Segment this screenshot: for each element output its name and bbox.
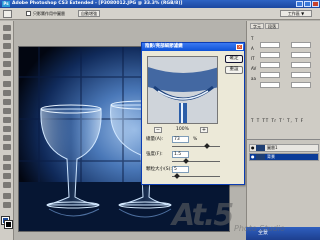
layer-thumbnail bbox=[256, 154, 265, 160]
dodge-tool-icon[interactable] bbox=[3, 144, 11, 150]
affect-layer-checkbox[interactable] bbox=[26, 11, 31, 16]
grain-size-field[interactable]: 5 bbox=[172, 166, 189, 173]
layer-row[interactable]: ● 背景 bbox=[249, 153, 319, 161]
amount-unit: % bbox=[193, 137, 198, 142]
character-row-antialias: aa bbox=[251, 75, 317, 88]
font-size-icon: T bbox=[251, 36, 254, 41]
layer-name: 圖層1 bbox=[267, 145, 278, 150]
zoom-in-button[interactable]: + bbox=[200, 127, 208, 133]
character-row-baseline: AV bbox=[251, 65, 317, 78]
gradient-tool-icon[interactable] bbox=[3, 126, 11, 132]
dialog-title: 陰影/亮部細節濾鏡 bbox=[145, 44, 183, 49]
marquee-tool-icon[interactable] bbox=[3, 34, 11, 40]
minimize-button[interactable] bbox=[296, 1, 303, 7]
amount-label: 總量(A): bbox=[146, 137, 164, 142]
vertical-scale-icon: IT bbox=[251, 56, 255, 61]
grain-size-slider-thumb[interactable] bbox=[173, 173, 180, 179]
zoom-tool-icon[interactable] bbox=[3, 202, 11, 208]
strength-slider-thumb[interactable] bbox=[183, 158, 190, 164]
title-bar: Ps Adobe Photoshop CS3 Extended - [P3080… bbox=[0, 0, 320, 8]
tools-panel bbox=[0, 21, 14, 240]
preview-zoom-level: 100% bbox=[176, 127, 189, 132]
preview-glass-image bbox=[148, 57, 217, 123]
watermark-main: At.5 bbox=[172, 198, 234, 233]
strength-field[interactable]: 1.5 bbox=[172, 151, 189, 158]
tab-character[interactable]: 字元 bbox=[250, 23, 264, 29]
zoom-out-button[interactable]: − bbox=[154, 127, 162, 133]
options-bar: 只影響作用中圖層 自動增強 工作區 ▼ bbox=[0, 8, 320, 20]
watermark-logo: At.5 Photo Studio bbox=[172, 196, 302, 240]
hand-tool-icon[interactable] bbox=[3, 193, 11, 199]
baseline-icon: AV bbox=[251, 66, 257, 71]
layer-thumbnail bbox=[256, 145, 265, 151]
slice-tool-icon[interactable] bbox=[3, 70, 11, 76]
clone-stamp-tool-icon[interactable] bbox=[3, 99, 11, 105]
grain-size-label: 顆粒大小(S): bbox=[146, 167, 172, 172]
eraser-tool-icon[interactable] bbox=[3, 117, 11, 123]
crop-tool-icon[interactable] bbox=[3, 61, 11, 67]
dialog-title-bar[interactable]: 陰影/亮部細節濾鏡 × bbox=[142, 43, 244, 51]
watermark-sub: Photo Studio bbox=[234, 224, 285, 233]
eye-icon[interactable]: ● bbox=[251, 145, 255, 151]
path-selection-tool-icon[interactable] bbox=[3, 173, 11, 179]
window-title: Adobe Photoshop CS3 Extended - [P3080012… bbox=[12, 1, 183, 6]
pen-tool-icon[interactable] bbox=[3, 155, 11, 161]
amount-field[interactable]: 73 bbox=[172, 136, 189, 143]
antialias-icon: aa bbox=[251, 76, 256, 81]
antialias-field[interactable] bbox=[291, 82, 311, 88]
tracking-icon: A bbox=[251, 46, 254, 51]
current-tool-icon[interactable] bbox=[3, 10, 12, 18]
tab-paragraph[interactable]: 段落 bbox=[265, 23, 279, 29]
history-brush-tool-icon[interactable] bbox=[3, 108, 11, 114]
strength-slider-track[interactable] bbox=[172, 161, 220, 162]
auto-enhance-button[interactable]: 自動增強 bbox=[78, 10, 100, 17]
language-field[interactable] bbox=[260, 82, 280, 88]
amount-slider-thumb[interactable] bbox=[204, 143, 210, 149]
amount-slider-track[interactable] bbox=[172, 146, 220, 147]
affect-layer-label: 只影響作用中圖層 bbox=[33, 11, 65, 16]
lasso-tool-icon[interactable] bbox=[3, 43, 11, 49]
shadow-highlight-dialog: 陰影/亮部細節濾鏡 × 確定 重設 − 100% + 總量(A): 73 % 強… bbox=[141, 42, 245, 185]
type-tool-icon[interactable] bbox=[3, 164, 11, 170]
maximize-button[interactable] bbox=[304, 1, 311, 7]
reset-button[interactable]: 重設 bbox=[225, 66, 243, 74]
layer-name: 背景 bbox=[267, 154, 275, 159]
shape-tool-icon[interactable] bbox=[3, 182, 11, 188]
character-row-scale: IT bbox=[251, 55, 317, 68]
blur-tool-icon[interactable] bbox=[3, 135, 11, 141]
eye-icon[interactable]: ● bbox=[251, 154, 255, 160]
layer-row[interactable]: ● 圖層1 bbox=[249, 144, 319, 152]
background-color-swatch[interactable] bbox=[4, 220, 13, 229]
character-row-tracking: A bbox=[251, 45, 317, 58]
close-button[interactable] bbox=[312, 1, 319, 7]
workspace-menu-button[interactable]: 工作區 ▼ bbox=[280, 10, 312, 17]
strength-label: 強度(F): bbox=[146, 152, 163, 157]
healing-brush-tool-icon[interactable] bbox=[3, 81, 11, 87]
dialog-close-icon[interactable]: × bbox=[236, 44, 243, 50]
photoshop-app-icon: Ps bbox=[2, 1, 10, 7]
move-tool-icon[interactable] bbox=[3, 25, 11, 31]
magic-wand-tool-icon[interactable] bbox=[3, 52, 11, 58]
text-style-buttons[interactable]: T T TT Tr T' T, T F bbox=[251, 117, 317, 124]
filter-preview[interactable] bbox=[147, 56, 218, 124]
character-row-font-size: T bbox=[251, 35, 317, 48]
brush-tool-icon[interactable] bbox=[3, 90, 11, 96]
ok-button[interactable]: 確定 bbox=[225, 55, 243, 63]
